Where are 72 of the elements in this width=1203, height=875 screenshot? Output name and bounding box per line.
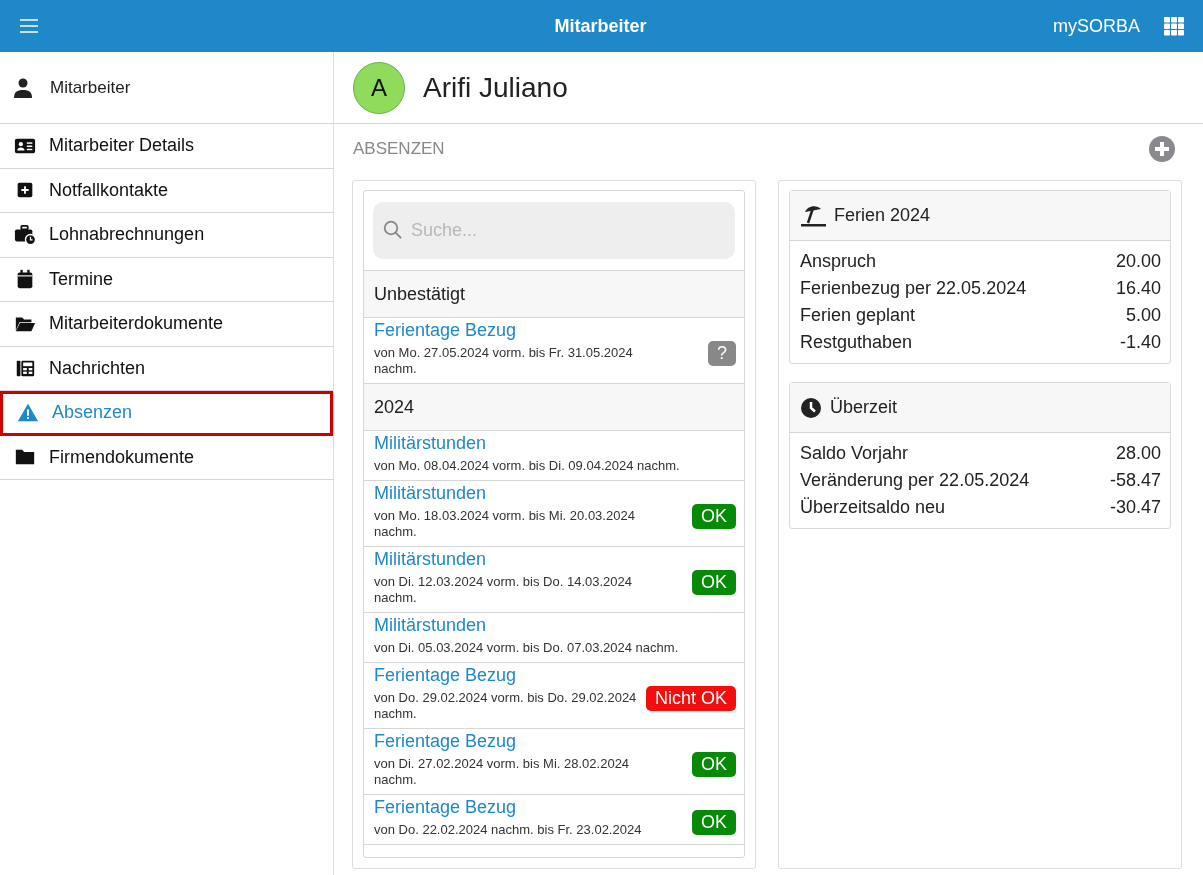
search-icon [383,220,403,240]
absence-item[interactable]: Militärstunden von Di. 12.03.2024 vorm. bis Do. 14.03.2024 nachm. OK [364,547,744,613]
absence-type: Militärstunden [374,433,488,454]
absence-type: Ferientage Bezug [374,797,518,818]
summary-label: Veränderung per 22.05.2024 [800,469,1030,492]
sidebar-item[interactable]: Firmendokumente [0,435,333,480]
absence-type: Militärstunden [374,615,488,636]
absence-type: Ferientage Bezug [374,320,518,341]
summary-value: 5.00 [1125,304,1161,327]
summary-label: Saldo Vorjahr [800,442,909,465]
summary-label: Ferienbezug per 22.05.2024 [800,277,1027,300]
briefcase-clock-icon [13,223,37,246]
absence-item[interactable]: Ferientage Bezug von Do. 22.02.2024 nachm. bis Fr. 23.02.2024 OK [364,795,744,845]
app-grid-icon [1164,16,1185,36]
apps-button[interactable] [1164,16,1185,36]
status-badge: Nicht OK [645,686,736,711]
summary-label: Restguthaben [800,331,913,354]
summary-value: 20.00 [1115,250,1161,273]
absence-item[interactable]: Militärstunden von Mo. 18.03.2024 vorm. bis Mi. 20.03.2024 nachm. OK [364,481,744,547]
absence-period: von Mo. 08.04.2024 vorm. bis Di. 09.04.2024 nachm. [374,458,681,474]
sidebar-item[interactable]: Mitarbeiter Details [0,124,333,169]
summary-value: -30.47 [1109,496,1161,519]
summary-label: Ferien geplant [800,304,916,327]
status-badge: ? [708,341,736,366]
avatar: A [353,61,405,114]
summary-value: -1.40 [1119,331,1161,354]
employee-name: Arifi Juliano [423,71,568,104]
status-badge: OK [692,810,736,835]
absence-type: Ferientage Bezug [374,665,518,686]
summary-value: 28.00 [1115,442,1161,465]
absence-item[interactable]: Militärstunden von Mo. 08.04.2024 vorm. bis Di. 09.04.2024 nachm. [364,431,744,481]
sidebar-item[interactable]: Absenzen [0,391,333,436]
sidebar-item[interactable]: Mitarbeiterdokumente [0,302,333,347]
clock-icon [800,396,822,419]
status-badge: OK [692,504,736,529]
page-title: Mitarbeiter [553,15,648,37]
absence-type: Militärstunden [374,483,488,504]
sidebar-item[interactable]: Notfallkontakte [0,168,333,213]
summary-label: Überzeitsaldo neu [800,496,946,519]
summary-value: 16.40 [1115,277,1161,300]
absence-item[interactable]: Ferientage Bezug von Do. 29.02.2024 vorm. bis Do. 29.02.2024 nachm. Nicht OK [364,663,744,729]
sidebar-item[interactable]: Nachrichten [0,346,333,391]
beach-umbrella-icon [800,203,826,228]
sidebar-header: Mitarbeiter [50,77,131,98]
absence-period: von Di. 27.02.2024 vorm. bis Mi. 28.02.2024 nachm. [374,756,631,788]
status-badge: OK [692,752,736,777]
sidebar-item[interactable]: Termine [0,257,333,302]
plus-circle-icon [1149,136,1175,162]
absence-item[interactable]: Ferientage Bezug von Di. 27.02.2024 vorm. bis Mi. 28.02.2024 nachm. OK [364,729,744,795]
status-badge: OK [692,570,736,595]
absence-item[interactable]: Militärstunden von Di. 05.03.2024 vorm. bis Do. 07.03.2024 nachm. [364,613,744,663]
absence-type: Ferientage Bezug [374,731,518,752]
menu-button[interactable] [20,19,38,33]
summary-label: Anspruch [800,250,877,273]
panel-title: Überzeit [830,397,898,418]
absence-type: Militärstunden [374,549,488,570]
person-icon [14,77,32,98]
absence-period: von Mo. 18.03.2024 vorm. bis Mi. 20.03.2024 nachm. [374,508,636,540]
summary-value: -58.47 [1109,469,1161,492]
group-header: 2024 [364,384,744,431]
absence-period: von Di. 05.03.2024 vorm. bis Do. 07.03.2024 nachm. [374,640,680,656]
sidebar-item[interactable]: Lohnabrechnungen [0,213,333,258]
panel-title: Ferien 2024 [834,205,931,226]
add-button[interactable] [1149,136,1175,162]
group-header: Unbestätigt [364,271,744,318]
absence-period: von Di. 12.03.2024 vorm. bis Do. 14.03.2024 nachm. [374,574,633,606]
absence-period: von Do. 22.02.2024 nachm. bis Fr. 23.02.2024 [374,822,643,838]
menu-icon [20,19,38,33]
absence-period: von Do. 29.02.2024 vorm. bis Do. 29.02.2024 nachm. [374,690,638,722]
section-title: ABSENZEN [353,139,445,159]
absence-period: von Mo. 27.05.2024 vorm. bis Fr. 31.05.2024 nachm. [374,345,634,377]
brand-name: mySORBA [1053,15,1140,37]
